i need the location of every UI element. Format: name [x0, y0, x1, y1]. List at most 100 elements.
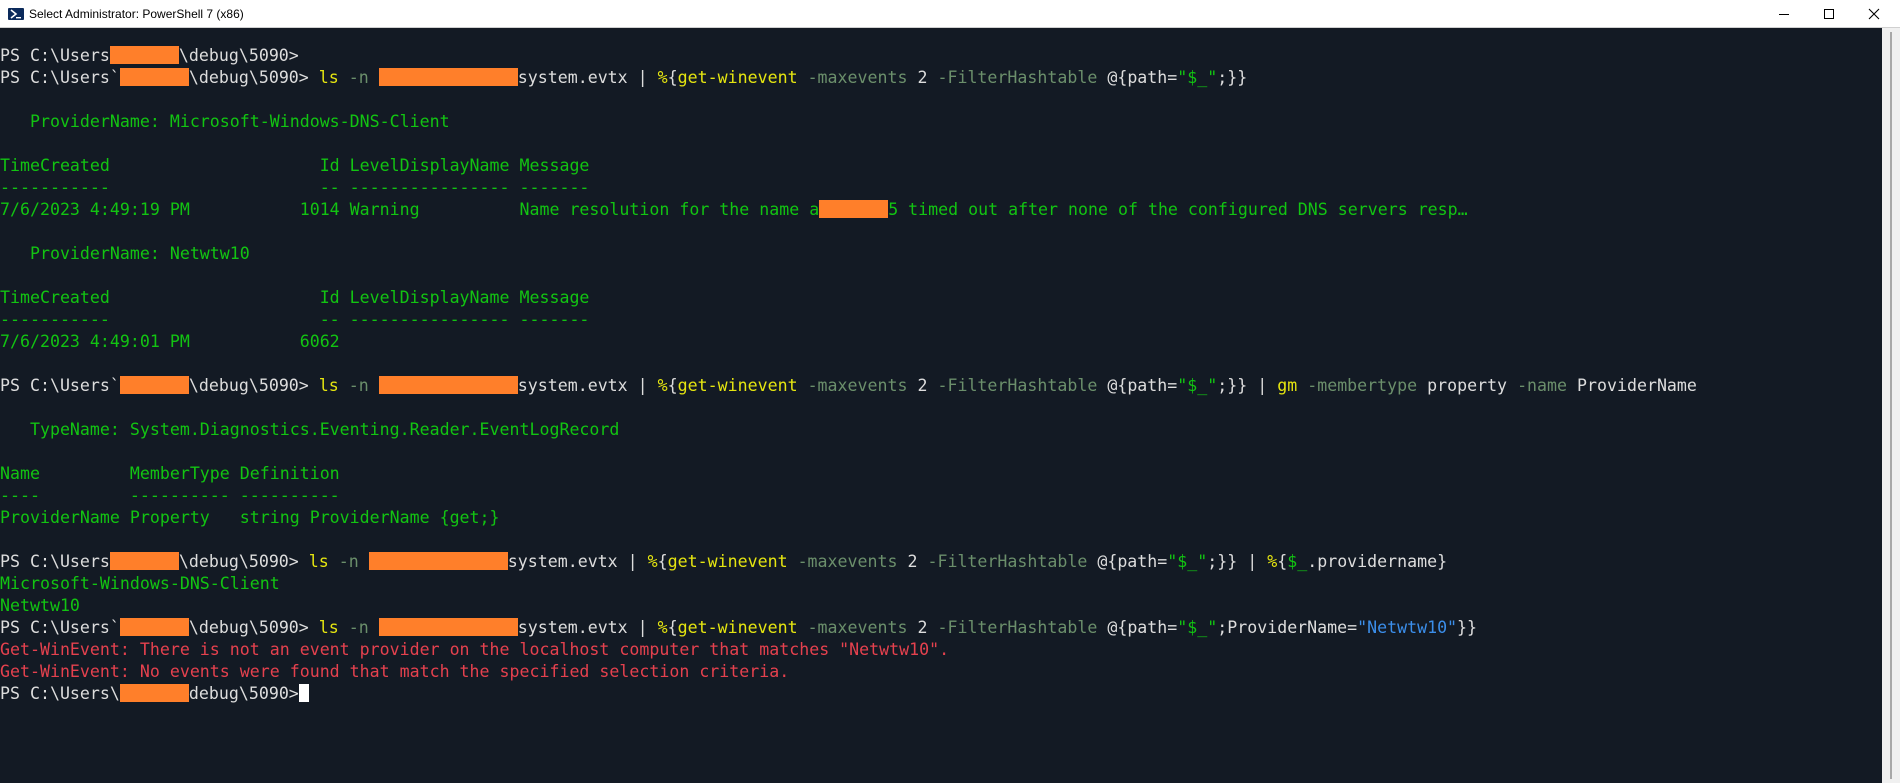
op-text: =: [1157, 552, 1168, 571]
string-text: "$_": [1177, 618, 1218, 637]
command-text: %: [657, 618, 668, 637]
redacted-block: [109, 552, 179, 570]
prompt-text: PS C:\Users: [0, 68, 110, 87]
brace-text: {: [667, 376, 678, 395]
maximize-button[interactable]: [1806, 0, 1852, 27]
close-button[interactable]: [1851, 0, 1897, 27]
brace-text: {: [667, 68, 678, 87]
string-text: "$_": [1167, 552, 1208, 571]
prompt-text: PS C:\Users: [0, 46, 110, 65]
param-text: -maxevents: [807, 618, 908, 637]
output-header: TimeCreated Id LevelDisplayName Message: [0, 288, 590, 307]
brace-text: {: [1277, 552, 1288, 571]
arg-text: system.evtx: [517, 376, 628, 395]
number-text: 2: [917, 618, 928, 637]
output-line: ProviderName: Microsoft-Windows-DNS-Clie…: [0, 112, 450, 131]
text-cursor: [298, 684, 309, 702]
output-row: Microsoft-Windows-DNS-Client: [0, 574, 280, 593]
key-text: path: [1127, 618, 1168, 637]
redacted-block: [378, 376, 518, 394]
prompt-text: \debug\5090>: [178, 552, 299, 571]
output-header: Name MemberType Definition: [0, 464, 340, 483]
number-text: 2: [917, 376, 928, 395]
command-text: %: [1267, 552, 1278, 571]
op-text: ;: [1217, 376, 1228, 395]
brace-text: }}: [1457, 618, 1478, 637]
pipe-text: |: [637, 376, 648, 395]
arg-text: system.evtx: [517, 618, 628, 637]
output-text: 5 timed out after none of the configured…: [888, 200, 1468, 219]
brace-text: {: [657, 552, 668, 571]
variable-text: $_: [1287, 552, 1308, 571]
redacted-block: [109, 46, 179, 64]
output-row: 7/6/2023 4:49:19 PM 1014 Warning Name re…: [0, 199, 1468, 221]
prompt-text: PS C:\Users: [0, 376, 110, 395]
brace-text: }: [1437, 552, 1448, 571]
command-line: PS C:\Users \debug\5090> ls -n system.evt…: [0, 551, 1447, 573]
prompt-text: \debug\5090>: [188, 376, 309, 395]
pipe-text: |: [1247, 552, 1258, 571]
prompt-text: `: [109, 376, 120, 395]
pipe-text: |: [637, 68, 648, 87]
number-text: 2: [917, 68, 928, 87]
maximize-icon: [1824, 8, 1834, 19]
prompt-text: PS C:\Users: [0, 552, 110, 571]
vertical-scrollbar[interactable]: [1882, 28, 1900, 783]
brace-text: @{: [1097, 552, 1118, 571]
output-row: 7/6/2023 4:49:01 PM 6062: [0, 332, 340, 351]
command-text: get-winevent: [667, 552, 788, 571]
brace-text: @{: [1107, 376, 1128, 395]
minimize-icon: [1779, 13, 1789, 15]
output-header: TimeCreated Id LevelDisplayName Message: [0, 156, 590, 175]
prompt-text: \debug\5090>: [178, 46, 299, 65]
prompt-text: \debug\5090>: [188, 618, 309, 637]
key-text: ProviderName: [1227, 618, 1348, 637]
arg-text: system.evtx: [517, 68, 628, 87]
prompt-line[interactable]: PS C:\Users\ debug\5090>: [0, 683, 309, 705]
scrollbar-thumb[interactable]: [1890, 32, 1892, 779]
param-text: -n: [338, 552, 359, 571]
console-output[interactable]: PS C:\Users \debug\5090> PS C:\Users` \deb…: [0, 28, 1882, 783]
brace-text: }}: [1217, 552, 1238, 571]
brace-text: @{: [1107, 618, 1128, 637]
output-text: 7/6/2023 4:49:19 PM 1014 Warning Name re…: [0, 200, 820, 219]
op-text: ;: [1217, 68, 1228, 87]
command-text: %: [657, 376, 668, 395]
close-icon: [1868, 8, 1880, 19]
brace-text: @{: [1107, 68, 1128, 87]
redacted-block: [119, 376, 189, 394]
param-text: -FilterHashtable: [937, 68, 1098, 87]
title-bar[interactable]: Select Administrator: PowerShell 7 (x86): [0, 0, 1900, 28]
minimize-button[interactable]: [1761, 0, 1807, 27]
prompt-text: debug\5090>: [188, 684, 299, 703]
redacted-block: [119, 68, 189, 86]
brace-text: {: [667, 618, 678, 637]
window-title: Select Administrator: PowerShell 7 (x86): [29, 7, 244, 21]
